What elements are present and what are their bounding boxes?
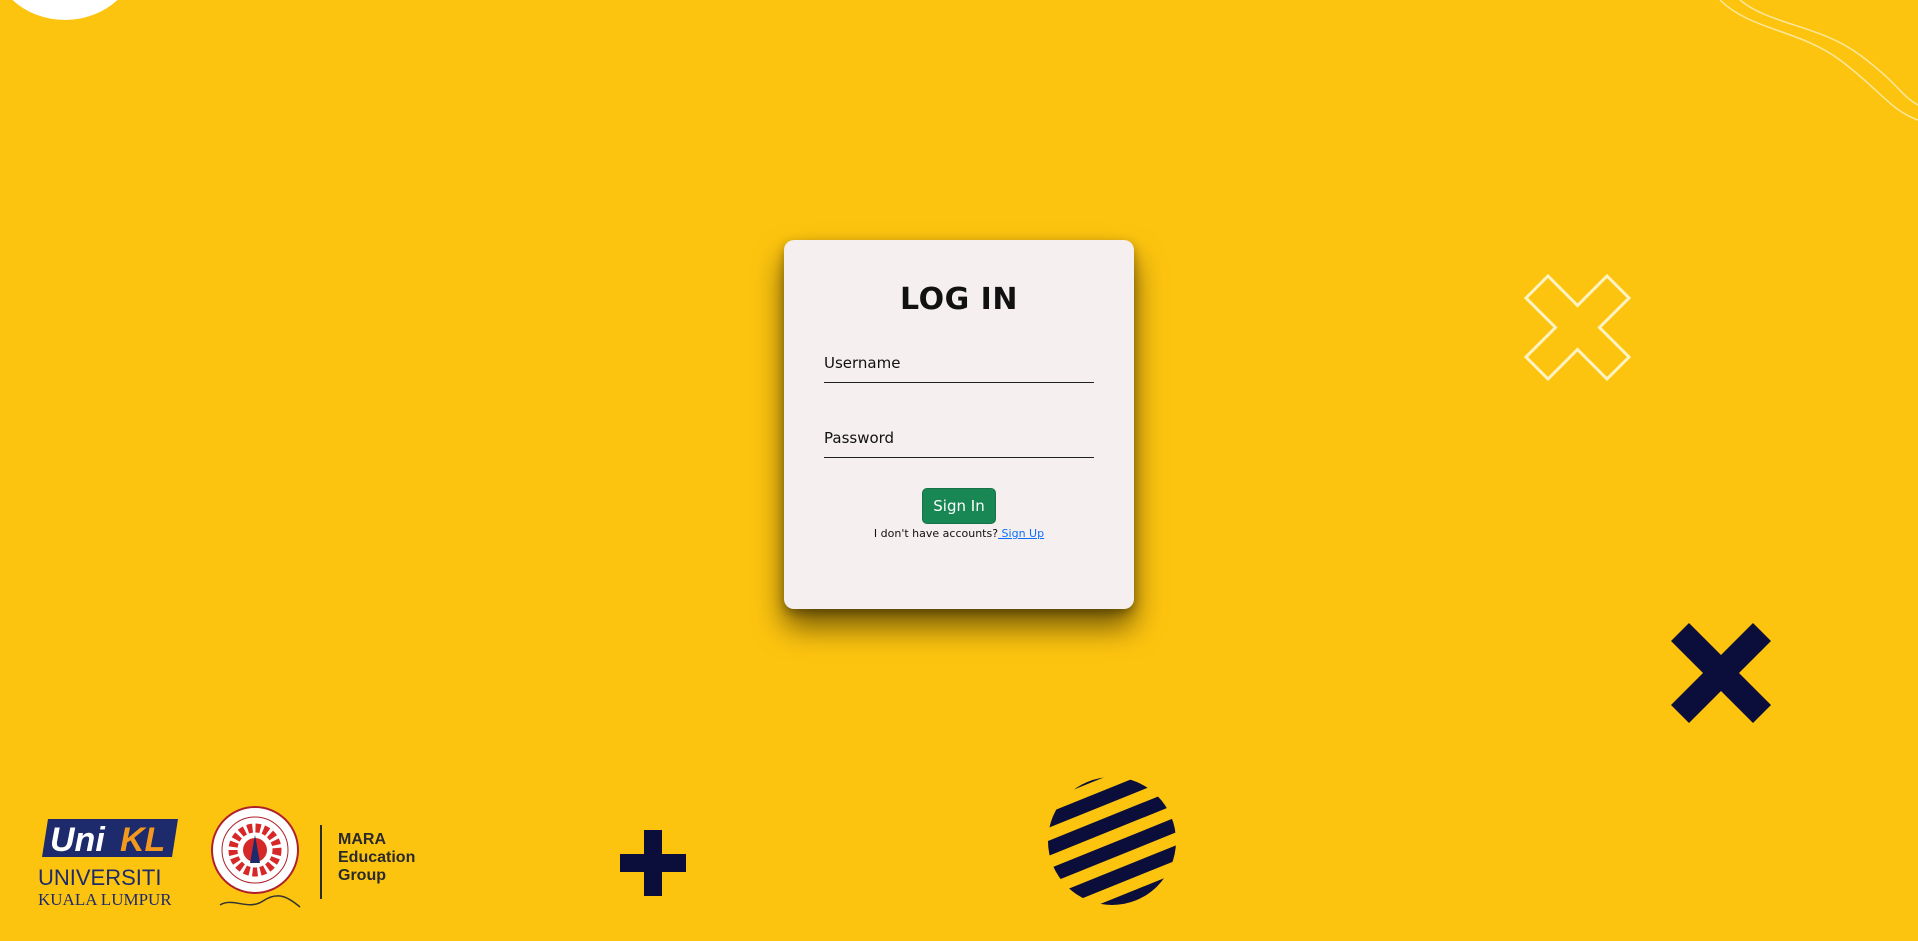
mara-education-group-text: MARA Education Group	[338, 831, 415, 885]
unikl-line1-text: UNIVERSITI	[38, 865, 161, 890]
unikl-uni-text: Uni	[50, 821, 106, 859]
mara-line1: MARA	[338, 831, 386, 848]
username-input[interactable]	[824, 344, 1094, 382]
wave-lines-decoration	[1719, 0, 1918, 121]
unikl-logo: Uni KL UNIVERSITI KUALA LUMPUR	[38, 819, 178, 909]
unikl-kl-text: KL	[120, 821, 165, 859]
footer-logos: Uni KL UNIVERSITI KUALA LUMPUR MARA Educ…	[38, 805, 428, 920]
password-input[interactable]	[824, 419, 1094, 457]
mara-seal-logo	[211, 806, 301, 908]
logo-divider	[320, 825, 322, 899]
navy-x-decoration	[1671, 623, 1771, 723]
login-title: LOG IN	[900, 282, 1018, 317]
mara-line2: Education	[338, 849, 416, 866]
password-field-wrapper	[824, 417, 1094, 458]
no-account-text: I don't have accounts?	[873, 527, 999, 540]
signin-button[interactable]: Sign In	[922, 488, 996, 524]
signup-link[interactable]: Sign Up	[998, 527, 1045, 540]
navy-plus-decoration	[620, 830, 686, 896]
outline-x-decoration	[1523, 273, 1632, 382]
white-circle-decoration	[0, 0, 140, 20]
striped-circle-decoration	[1048, 777, 1176, 905]
signin-row: Sign In	[824, 488, 1094, 524]
login-card: LOG IN Sign In I don't have accounts? Si…	[784, 240, 1134, 609]
signup-prompt: I don't have accounts? Sign Up	[824, 527, 1094, 540]
unikl-line2-text: KUALA LUMPUR	[38, 890, 172, 909]
mara-line3: Group	[338, 867, 386, 884]
username-field-wrapper	[824, 342, 1094, 383]
